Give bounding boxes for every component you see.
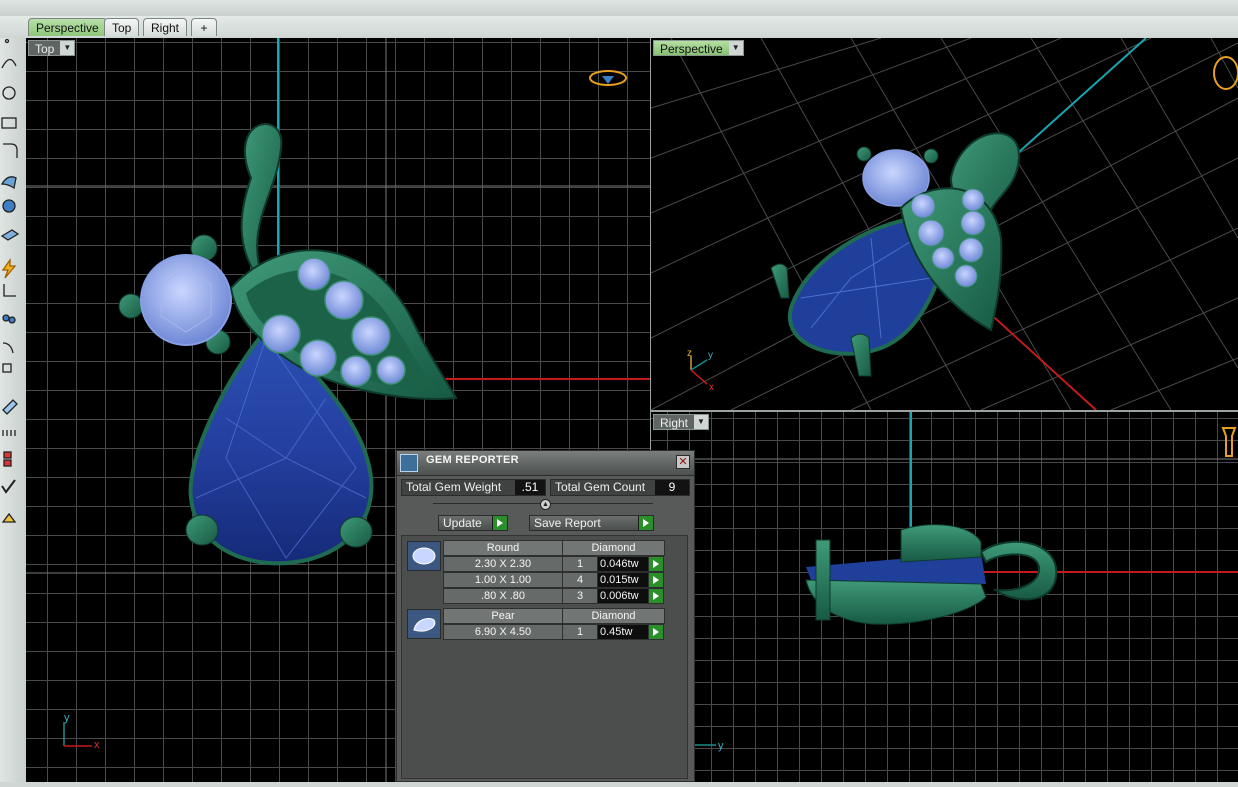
viewport-label-text: Right bbox=[660, 416, 689, 430]
save-report-button[interactable]: Save Report bbox=[529, 515, 654, 531]
close-icon[interactable]: ✕ bbox=[676, 455, 690, 469]
gem-weight-cell: 0.45tw bbox=[597, 624, 649, 640]
gem-weight-cell: 0.006tw bbox=[597, 588, 649, 604]
fillet-tool-icon bbox=[3, 143, 18, 158]
dimension-tool-icon bbox=[2, 430, 16, 436]
right-view-scene: y bbox=[651, 412, 1238, 752]
group-material-header: Diamond bbox=[562, 608, 665, 624]
gem-weight-cell: 0.015tw bbox=[597, 572, 649, 588]
viewport-label-text: Top bbox=[35, 42, 55, 56]
perspective-axis-icon bbox=[690, 356, 708, 385]
group-material-header: Diamond bbox=[562, 540, 665, 556]
axis-y-label: y bbox=[64, 712, 70, 724]
viewport-perspective[interactable]: z y x Perspective ▼ bbox=[651, 38, 1238, 410]
surface-tool-icon bbox=[0, 176, 17, 190]
gem-reporter-panel: GEM REPORTER ✕ Total Gem Weight .51 Tota… bbox=[396, 450, 695, 782]
left-toolbar bbox=[0, 38, 27, 782]
gem-count-cell: 1 bbox=[562, 556, 598, 572]
gem-size-cell: 6.90 X 4.50 bbox=[443, 624, 563, 640]
viewport-label-text: Perspective bbox=[660, 42, 723, 56]
viewport-right[interactable]: y Right ▼ bbox=[651, 412, 1238, 782]
rectangle-tool-icon bbox=[1, 117, 17, 129]
gem-reporter-title: GEM REPORTER bbox=[426, 454, 519, 466]
viewport-label-right[interactable]: Right ▼ bbox=[653, 414, 710, 430]
save-report-button-label: Save Report bbox=[534, 516, 601, 530]
group-shape-header: Round bbox=[443, 540, 563, 556]
plane-tool-icon bbox=[0, 229, 20, 241]
toolbar-icons bbox=[0, 38, 20, 523]
gem-size-cell: .80 X .80 bbox=[443, 588, 563, 604]
pear-gem-thumbnail[interactable] bbox=[407, 609, 441, 639]
total-gem-weight-field: Total Gem Weight .51 bbox=[401, 479, 546, 496]
gem-size-cell: 1.00 X 1.00 bbox=[443, 572, 563, 588]
gem-count-cell: 4 bbox=[562, 572, 598, 588]
dropdown-arrow-icon[interactable]: ▼ bbox=[60, 41, 75, 55]
play-arrow-icon bbox=[492, 516, 507, 530]
gem-size-cell: 2.30 X 2.30 bbox=[443, 556, 563, 572]
gem-count-cell: 1 bbox=[562, 624, 598, 640]
perspective-view-scene: z y x bbox=[651, 38, 1238, 410]
update-button[interactable]: Update bbox=[438, 515, 508, 531]
axis-x-label: x bbox=[709, 382, 714, 393]
gem-weight-cell: 0.046tw bbox=[597, 556, 649, 572]
collapse-toggle-icon[interactable]: ▲ bbox=[540, 499, 551, 510]
boolean-tool-icon bbox=[3, 284, 16, 297]
tab-top[interactable]: Top bbox=[104, 18, 140, 36]
axis-y-label: y bbox=[708, 350, 713, 361]
add-tab-button[interactable]: + bbox=[191, 18, 217, 36]
viewport-label-perspective[interactable]: Perspective ▼ bbox=[653, 40, 744, 56]
tab-right[interactable]: Right bbox=[143, 18, 188, 36]
total-gem-count-value: 9 bbox=[655, 480, 689, 495]
gem-count-cell: 3 bbox=[562, 588, 598, 604]
measure-tool-icon bbox=[2, 399, 18, 415]
scale-tool-icon bbox=[2, 363, 12, 373]
total-gem-count-field: Total Gem Count 9 bbox=[550, 479, 690, 496]
row-action-arrow-icon[interactable] bbox=[648, 572, 664, 588]
axis-x-label: x bbox=[94, 739, 100, 751]
dropdown-arrow-icon[interactable]: ▼ bbox=[728, 41, 743, 55]
array-tool-icon bbox=[2, 314, 10, 322]
orientation-ring-icon bbox=[1221, 427, 1237, 457]
pear-gem-icon bbox=[413, 617, 436, 632]
sphere-tool-icon bbox=[2, 199, 16, 213]
stack-tool-icon bbox=[3, 451, 12, 459]
tab-perspective[interactable]: Perspective bbox=[28, 18, 107, 36]
viewport-tab-bar: Perspective Top Right + bbox=[0, 16, 1238, 39]
update-button-label: Update bbox=[443, 516, 482, 530]
point-tool-icon bbox=[4, 38, 10, 44]
round-gem-icon bbox=[412, 547, 436, 565]
play-arrow-icon bbox=[638, 516, 653, 530]
bail bbox=[979, 540, 1058, 601]
check-tool-icon bbox=[1, 479, 16, 494]
title-strip bbox=[0, 0, 1238, 16]
total-gem-count-label: Total Gem Count bbox=[555, 480, 646, 494]
circle-tool-icon bbox=[2, 86, 16, 100]
top-axis-icon bbox=[63, 722, 92, 747]
row-action-arrow-icon[interactable] bbox=[648, 588, 664, 604]
curve-tool-icon bbox=[1, 58, 17, 69]
orientation-ring-icon bbox=[589, 70, 627, 86]
gem-reporter-titlebar[interactable]: GEM REPORTER ✕ bbox=[397, 451, 694, 476]
total-gem-weight-value: .51 bbox=[515, 480, 545, 495]
total-gem-weight-label: Total Gem Weight bbox=[406, 480, 502, 494]
dropdown-arrow-icon[interactable]: ▼ bbox=[694, 415, 709, 429]
row-action-arrow-icon[interactable] bbox=[648, 624, 664, 640]
plus-icon: + bbox=[200, 21, 208, 35]
render-tool-icon bbox=[1, 512, 17, 523]
row-action-arrow-icon[interactable] bbox=[648, 556, 664, 572]
group-shape-header: Pear bbox=[443, 608, 563, 624]
orientation-ring-icon bbox=[1213, 56, 1238, 90]
round-gem-thumbnail[interactable] bbox=[407, 541, 441, 571]
axis-y-label: y bbox=[718, 740, 724, 752]
lightning-tool-icon bbox=[1, 257, 17, 279]
axis-z-label: z bbox=[687, 348, 692, 359]
transform-tool-icon bbox=[2, 342, 14, 354]
gem-list: Round Diamond 2.30 X 2.30 1 0.046tw 1.00… bbox=[401, 535, 688, 779]
viewport-label-top[interactable]: Top ▼ bbox=[28, 40, 76, 56]
gem-reporter-app-icon bbox=[400, 454, 418, 472]
